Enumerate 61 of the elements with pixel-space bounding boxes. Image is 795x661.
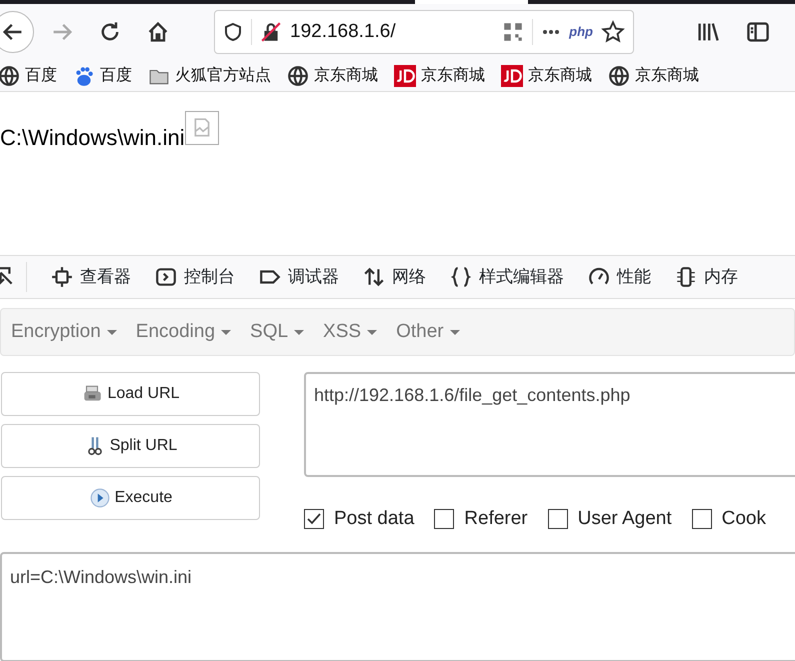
globe-icon [608, 64, 630, 86]
bookmark-item[interactable]: 京东商城 [608, 64, 699, 88]
bookmark-item[interactable]: 京东商城 [501, 64, 592, 88]
split-button[interactable]: Split URL [1, 424, 260, 468]
caret-icon [106, 330, 117, 334]
bookmark-item[interactable]: 京东商城 [287, 64, 378, 88]
caret-icon [367, 330, 378, 334]
checkbox[interactable] [304, 509, 324, 530]
menu-dropdown[interactable]: Other [386, 318, 460, 346]
page-text: C:\Windows\win.ini [0, 124, 185, 152]
caret-icon [221, 330, 232, 334]
back-button[interactable] [0, 11, 34, 53]
braces-icon [450, 266, 472, 288]
execute-button[interactable]: Execute [1, 476, 260, 520]
home-icon [146, 20, 170, 44]
address-bar[interactable]: 192.168.1.6/ php [214, 10, 634, 54]
qr-code-icon [502, 21, 524, 43]
devtools-tab[interactable]: 查看器 [51, 264, 131, 290]
caret-icon [450, 330, 460, 334]
bookmark-item[interactable]: 百度 [0, 64, 57, 88]
devtools-tab[interactable]: 网络 [363, 264, 426, 290]
bookmark-item[interactable]: 百度 [73, 64, 132, 88]
menu-dropdown[interactable]: XSS [313, 318, 378, 346]
option-label: Referer [464, 507, 528, 531]
devtools-tab[interactable]: 样式编辑器 [450, 264, 564, 290]
menu-dropdown[interactable]: SQL [240, 318, 304, 346]
option-label: Post data [334, 507, 414, 531]
option-label: Cook [722, 507, 766, 531]
broken-image-icon [184, 111, 219, 145]
insecure-lock-icon [260, 21, 282, 43]
devtools-tab[interactable]: 内存 [675, 264, 738, 290]
shield-icon [223, 22, 243, 42]
target-icon [51, 266, 73, 288]
jd-logo-icon [501, 64, 523, 86]
chip-icon [675, 266, 697, 288]
star-icon [601, 20, 625, 44]
devtools-tab[interactable]: 控制台 [155, 264, 235, 290]
address-text: 192.168.1.6/ [290, 20, 396, 44]
checkbox[interactable] [548, 509, 568, 530]
menu-dropdown[interactable]: Encoding [126, 318, 232, 346]
devtools-tab[interactable]: 性能 [588, 264, 651, 290]
url-field[interactable]: http://192.168.1.6/file_get_contents.php [304, 372, 795, 477]
globe-icon [0, 64, 20, 86]
post-data-field[interactable]: url=C:\Windows\win.ini [0, 552, 795, 661]
checkbox[interactable] [692, 509, 712, 530]
php-icon[interactable]: php [569, 22, 593, 42]
menu-dropdown[interactable]: Encryption [1, 318, 117, 346]
globe-icon [287, 64, 309, 86]
sidebar-icon [746, 20, 770, 44]
bookmark-item[interactable]: 火狐官方站点 [148, 64, 271, 88]
console-icon [155, 266, 177, 288]
option-label: User Agent [578, 507, 672, 531]
more-icon [541, 29, 562, 35]
devtools-tab[interactable]: 调试器 [259, 264, 339, 290]
checkbox[interactable] [434, 509, 454, 530]
caret-icon [294, 330, 304, 334]
jd-logo-icon [394, 64, 416, 86]
play-icon [88, 487, 111, 509]
load-button[interactable]: Load URL [1, 372, 260, 416]
bookmark-item[interactable]: 京东商城 [394, 64, 485, 88]
arrows-icon [363, 266, 385, 288]
